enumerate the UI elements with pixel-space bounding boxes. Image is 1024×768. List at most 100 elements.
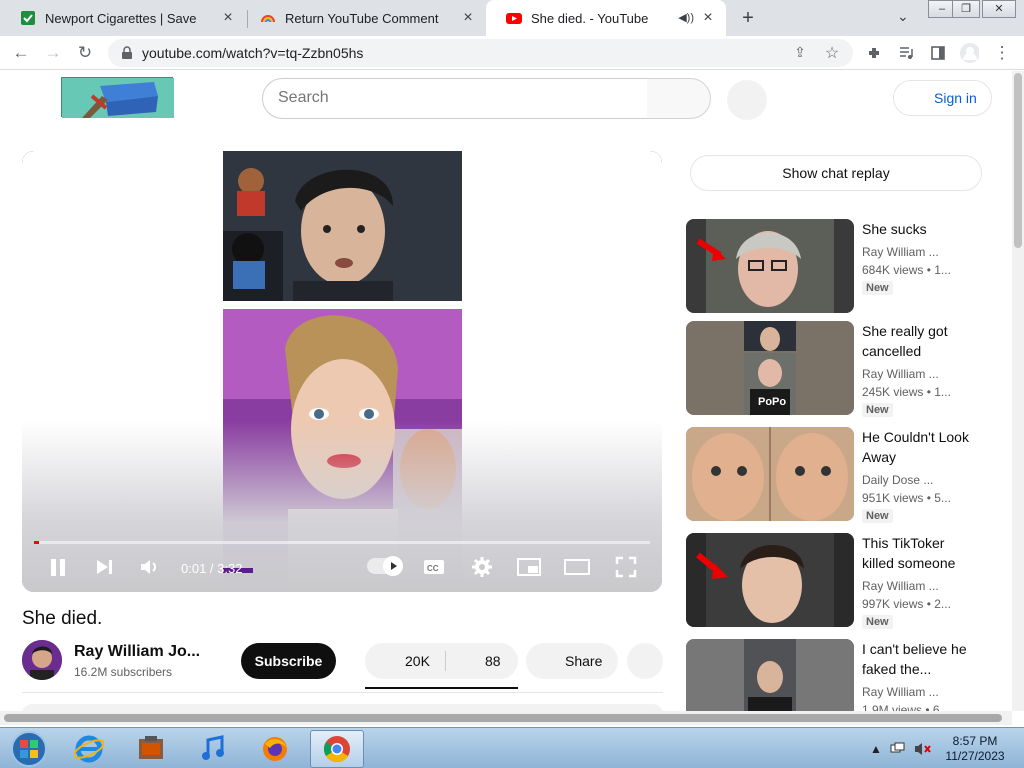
recommendation-title[interactable]: This TikToker killed someone	[862, 533, 972, 573]
recommendation-channel[interactable]: Ray William ...	[862, 367, 939, 381]
address-bar[interactable]: youtube.com/watch?v=tq-Zzbn05hs ⇪ ☆	[108, 39, 853, 67]
recommendation-title[interactable]: I can't believe he faked the...	[862, 639, 972, 679]
extensions-icon[interactable]	[864, 43, 884, 63]
network-icon[interactable]	[890, 742, 906, 759]
recommendation-title[interactable]: She sucks	[862, 219, 972, 239]
browser-menu-icon[interactable]: ⋮	[992, 43, 1012, 63]
recommendation-title[interactable]: She really got cancelled	[862, 321, 972, 361]
recommendation-channel[interactable]: Ray William ...	[862, 245, 939, 259]
show-hidden-icons[interactable]: ▲	[870, 742, 882, 756]
profile-avatar-icon[interactable]	[959, 43, 979, 63]
like-button[interactable]: 20K	[405, 653, 430, 669]
horizontal-scrollbar[interactable]	[0, 711, 1012, 725]
audio-playing-icon[interactable]: ◀))	[678, 11, 694, 24]
recommendation-meta: 245K views • 1...	[862, 385, 951, 399]
start-button[interactable]	[2, 730, 56, 768]
media-center-icon[interactable]	[124, 730, 178, 768]
next-video-button[interactable]	[92, 555, 116, 579]
internet-explorer-icon[interactable]	[62, 730, 116, 768]
search-box[interactable]	[262, 78, 648, 119]
close-window-button[interactable]: ✕	[982, 0, 1016, 18]
recommendation-age: • 5...	[926, 491, 951, 505]
maximize-button[interactable]: ❐	[952, 0, 980, 18]
recommendation-title[interactable]: He Couldn't Look Away	[862, 427, 972, 467]
new-tab-button[interactable]: +	[738, 8, 758, 28]
recommendation-views: 684K views	[862, 263, 924, 277]
voice-search-button[interactable]	[727, 80, 767, 120]
recommendation-views: 1.9M views	[862, 703, 923, 711]
recommendation-thumbnail[interactable]	[686, 427, 854, 521]
more-actions-button[interactable]	[627, 643, 663, 679]
recommendation-thumbnail[interactable]	[686, 533, 854, 627]
tab-label: She died. - YouTube	[531, 10, 649, 26]
media-control-icon[interactable]	[896, 43, 916, 63]
tab-search-icon[interactable]: ⌄	[897, 8, 909, 25]
recommendation-thumbnail[interactable]	[686, 219, 854, 313]
rainbow-favicon-icon	[260, 10, 276, 26]
itunes-icon[interactable]	[186, 730, 240, 768]
volume-icon[interactable]	[138, 555, 162, 579]
video-player[interactable]: 0:01 / 3:32 CC	[22, 151, 662, 592]
new-badge: New	[862, 615, 893, 629]
sign-in-button[interactable]: Sign in	[893, 80, 992, 116]
tab-label: Newport Cigarettes | Save in-sto	[45, 10, 200, 26]
time-total: 3:32	[217, 561, 243, 576]
show-chat-replay-button[interactable]: Show chat replay	[690, 155, 982, 191]
autoplay-knob	[383, 556, 403, 576]
like-ratio-bar	[365, 687, 518, 689]
back-icon[interactable]: ←	[11, 43, 31, 63]
settings-gear-icon[interactable]	[470, 555, 494, 579]
autoplay-toggle[interactable]	[367, 556, 403, 576]
recommendation-item[interactable]: He Couldn't Look Away Daily Dose ... 951…	[686, 427, 986, 523]
dislike-button[interactable]: 88	[485, 653, 501, 669]
channel-name[interactable]: Ray William Jo...	[74, 643, 200, 661]
recommendation-views: 997K views	[862, 597, 924, 611]
recommendation-item[interactable]: PoPo She really got cancelled Ray Willia…	[686, 321, 986, 417]
subscriber-count: 16.2M subscribers	[74, 665, 173, 679]
favicon-icon	[20, 10, 36, 26]
share-button[interactable]: Share	[526, 643, 618, 679]
description-box[interactable]	[22, 704, 663, 711]
search-button[interactable]	[647, 78, 711, 119]
scrollbar-thumb[interactable]	[4, 714, 1002, 722]
recommendation-channel[interactable]: Ray William ...	[862, 579, 939, 593]
miniplayer-icon[interactable]	[516, 555, 542, 579]
pause-button[interactable]	[46, 555, 70, 579]
recommendation-channel[interactable]: Daily Dose ...	[862, 473, 933, 487]
recommendation-item[interactable]: This TikToker killed someone Ray William…	[686, 533, 986, 629]
scrollbar-thumb[interactable]	[1014, 73, 1022, 248]
progress-bar[interactable]	[34, 541, 650, 544]
reload-icon[interactable]: ↻	[75, 43, 95, 63]
forward-icon[interactable]: →	[43, 43, 63, 63]
recommendation-views: 245K views	[862, 385, 924, 399]
tab-return-youtube[interactable]: Return YouTube Comment Userna ×	[240, 0, 486, 36]
recommendation-thumbnail[interactable]: PoPo	[686, 321, 854, 415]
fullscreen-icon[interactable]	[614, 555, 638, 579]
system-clock[interactable]: 8:57 PM 11/27/2023	[940, 734, 1010, 764]
vertical-scrollbar[interactable]	[1012, 71, 1024, 711]
channel-avatar[interactable]	[22, 640, 62, 680]
theater-mode-icon[interactable]	[564, 555, 590, 579]
search-input[interactable]	[278, 89, 628, 107]
chrome-taskbar-icon[interactable]	[310, 730, 364, 768]
subscribe-button[interactable]: Subscribe	[241, 643, 336, 679]
close-tab-icon[interactable]: ×	[700, 10, 716, 26]
channel-logo-image[interactable]	[61, 77, 174, 118]
bookmark-star-icon[interactable]: ☆	[823, 43, 841, 62]
side-panel-icon[interactable]	[928, 43, 948, 63]
tab-newport[interactable]: Newport Cigarettes | Save in-sto ×	[0, 0, 246, 36]
captions-icon[interactable]: CC	[422, 555, 446, 579]
windows-taskbar: ▲ 8:57 PM 11/27/2023	[0, 727, 1024, 768]
volume-muted-icon[interactable]	[914, 742, 932, 759]
firefox-icon[interactable]	[248, 730, 302, 768]
tab-youtube-active[interactable]: She died. - YouTube ◀)) ×	[486, 0, 726, 36]
recommendation-item[interactable]: I can't believe he faked the... Ray Will…	[686, 639, 986, 711]
close-tab-icon[interactable]: ×	[220, 10, 236, 26]
recommendation-thumbnail[interactable]	[686, 639, 854, 711]
close-tab-icon[interactable]: ×	[460, 10, 476, 26]
share-page-icon[interactable]: ⇪	[791, 44, 809, 62]
youtube-favicon-icon	[506, 10, 522, 26]
recommendation-item[interactable]: She sucks Ray William ... 684K views • 1…	[686, 219, 986, 315]
like-dislike-group: 20K 88	[365, 643, 518, 679]
recommendation-channel[interactable]: Ray William ...	[862, 685, 939, 699]
